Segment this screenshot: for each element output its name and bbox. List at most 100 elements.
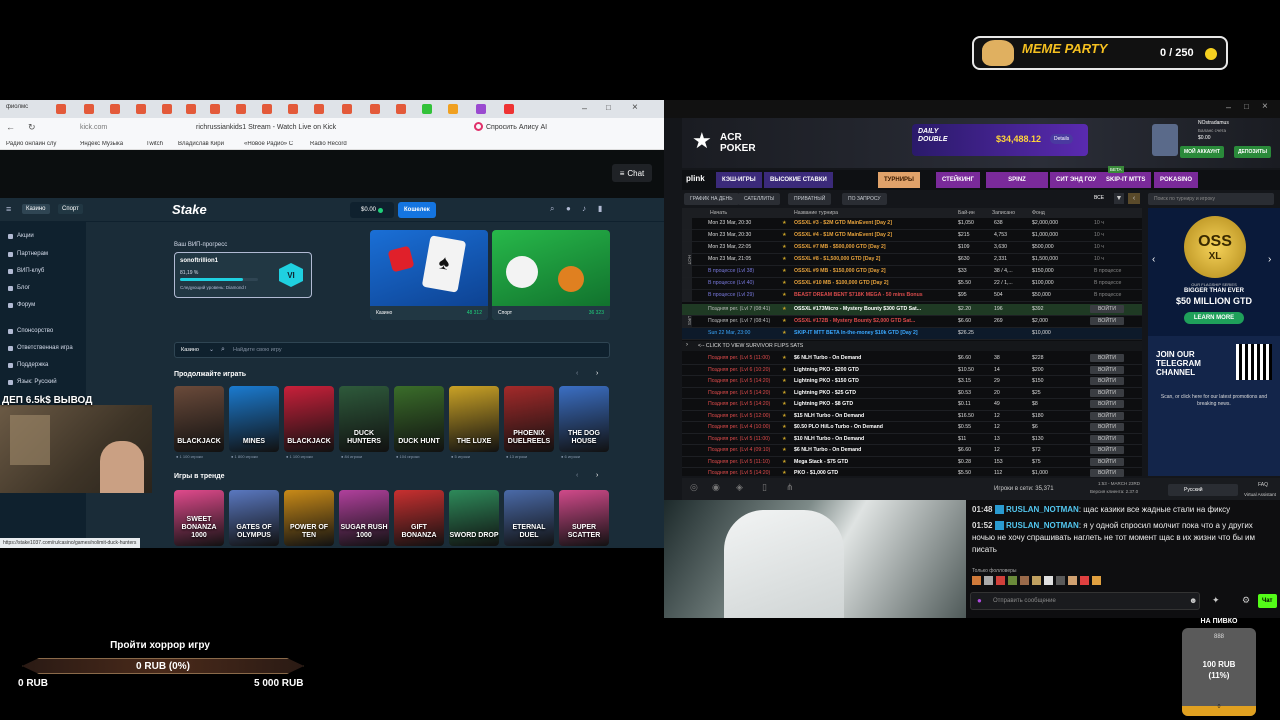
footer-icon[interactable]: ◈: [736, 482, 743, 493]
game-card[interactable]: SUPER SCATTER: [559, 490, 609, 546]
star-icon[interactable]: ★: [782, 330, 787, 336]
ask-alice-button[interactable]: Спросить Алису AI: [486, 124, 547, 131]
avatar[interactable]: [1152, 124, 1178, 156]
join-button[interactable]: ВОЙТИ: [1090, 411, 1124, 420]
collapse-icon[interactable]: ‹: [1128, 193, 1140, 204]
footer-icon[interactable]: ◎: [690, 482, 698, 493]
emote-icon[interactable]: [972, 576, 981, 585]
chat-send-button[interactable]: Чат: [1258, 594, 1277, 608]
browser-tab-icon[interactable]: [136, 104, 146, 114]
join-button[interactable]: ВОЙТИ: [1090, 388, 1124, 397]
game-card[interactable]: SWORD DROP: [449, 490, 499, 546]
star-icon[interactable]: ★: [782, 244, 787, 250]
promo-sport-card[interactable]: Спорт 36 323: [492, 230, 610, 320]
bookmark-item[interactable]: Радио онлайн слу: [6, 141, 66, 147]
browser-tab-icon[interactable]: [210, 104, 220, 114]
browser-tab-icon[interactable]: [314, 104, 324, 114]
tab-sport[interactable]: Спорт: [58, 204, 83, 214]
sidebar-item-blog[interactable]: Блог: [8, 282, 30, 294]
emote-icon[interactable]: [996, 576, 1005, 585]
join-button[interactable]: ВОЙТИ: [1090, 457, 1124, 466]
oss-ad-banner[interactable]: OSS XL ‹ › OUR FLAGSHIP SERIES BIGGER TH…: [1148, 208, 1280, 476]
browser-tab[interactable]: фиолмс: [6, 104, 46, 110]
balance-select[interactable]: $0.00: [350, 202, 394, 218]
emote-icon[interactable]: [984, 576, 993, 585]
close-icon[interactable]: ×: [1262, 101, 1268, 112]
back-icon[interactable]: ←: [6, 122, 15, 132]
browser-tab-icon-active[interactable]: [422, 104, 432, 114]
search-category-select[interactable]: Казино: [181, 347, 199, 353]
star-icon[interactable]: ★: [782, 390, 787, 396]
language-select[interactable]: Русский: [1168, 484, 1238, 496]
nav-staking[interactable]: СТЕЙКИНГ: [936, 172, 980, 188]
browser-tab-icon[interactable]: [342, 104, 352, 114]
game-card[interactable]: GIFT BONANZA: [394, 490, 444, 546]
star-icon[interactable]: ★: [782, 355, 787, 361]
bookmark-item[interactable]: Яндекс Музыка: [80, 141, 130, 147]
star-icon[interactable]: ★: [782, 413, 787, 419]
col-registered[interactable]: Записано: [992, 210, 1015, 216]
browser-tab-icon[interactable]: [396, 104, 406, 114]
join-button[interactable]: ВОЙТИ: [1090, 317, 1124, 326]
emote-icon[interactable]: [1008, 576, 1017, 585]
join-button[interactable]: ВОЙТИ: [1090, 377, 1124, 386]
browser-tab-icon[interactable]: [110, 104, 120, 114]
game-card[interactable]: POWER OF TEN: [284, 490, 334, 546]
nav-cash-games[interactable]: КЭШ-ИГРЫ: [716, 172, 762, 188]
join-button[interactable]: ВОЙТИ: [1090, 354, 1124, 363]
my-account-button[interactable]: МОЙ АККАУНТ: [1180, 146, 1224, 158]
tournament-row[interactable]: Поздняя рег. (Lvl 5 (11:00) ★ $6 NLH Turbo…: [682, 353, 1142, 365]
chat-username[interactable]: RUSLAN_NOTMAN: [1006, 505, 1079, 514]
star-icon[interactable]: ★: [782, 436, 787, 442]
join-button[interactable]: ВОЙТИ: [1090, 400, 1124, 409]
game-card[interactable]: SUGAR RUSH 1000: [339, 490, 389, 546]
game-search-input[interactable]: Найдите свою игру: [233, 347, 282, 353]
trending-next-icon[interactable]: ›: [596, 472, 598, 479]
mobile-icon[interactable]: ▯: [762, 482, 767, 493]
maximize-icon[interactable]: □: [606, 103, 611, 112]
bookmark-item[interactable]: «Новое Радио» С: [244, 141, 300, 147]
nav-high-stakes[interactable]: ВЫСОКИЕ СТАВКИ: [764, 172, 833, 188]
promo-casino-card[interactable]: ♠ Казино 48 312: [370, 230, 488, 320]
col-buyin[interactable]: Бай-ин: [958, 210, 975, 216]
sidebar-item-promotions[interactable]: Акции: [8, 230, 34, 242]
daily-double-banner[interactable]: DAILY DOUBLE $34,488.12 Details: [912, 124, 1088, 156]
bookmark-item[interactable]: Twitch: [146, 141, 176, 147]
tournament-search-input[interactable]: Поиск по турниру и игроку: [1148, 193, 1274, 205]
tournament-row[interactable]: В процессе (Lvl 38) ★ OSSXL #9 MB - $150,0…: [682, 266, 1142, 278]
browser-tab-icon[interactable]: [288, 104, 298, 114]
tournament-row[interactable]: Поздняя рег. (Lvl 5 (12:00) ★ $15 NLH Turb…: [682, 411, 1142, 422]
browser-tab-icon[interactable]: [262, 104, 272, 114]
tournament-row[interactable]: Mon 23 Mar, 20:30 ★ OSSXL #3 - $2M GTD Mai…: [682, 218, 1142, 230]
game-card[interactable]: ETERNAL DUEL: [504, 490, 554, 546]
wallet-button[interactable]: Кошелек: [398, 202, 436, 218]
tournament-row[interactable]: Поздняя рег. (Lvl 5 (14:20) ★ Lightning PK…: [682, 388, 1142, 399]
nav-tournaments[interactable]: ТУРНИРЫ: [878, 172, 920, 188]
acr-logo[interactable]: ACR POKER: [720, 132, 760, 154]
browser-tab-icon[interactable]: [84, 104, 94, 114]
footer-icon[interactable]: ◉: [712, 482, 720, 493]
stake-logo[interactable]: Stake: [172, 202, 207, 217]
nav-spinz[interactable]: SPINZ: [986, 172, 1048, 188]
minimize-icon[interactable]: –: [582, 103, 587, 113]
filter-icon[interactable]: ▼: [1114, 193, 1124, 204]
star-icon[interactable]: ★: [782, 424, 787, 430]
join-button[interactable]: ВОЙТИ: [1090, 423, 1124, 432]
ad-next-icon[interactable]: ›: [1268, 254, 1271, 265]
join-button[interactable]: ВОЙТИ: [1090, 446, 1124, 455]
tournament-row[interactable]: В процессе (Lvl 29) ★ BEAST DREAM BENT $71…: [682, 290, 1142, 302]
tournament-row[interactable]: Поздняя рег. (Lvl 4 (09:10) ★ $6 NLH Turbo…: [682, 445, 1142, 457]
join-button[interactable]: ВОЙТИ: [1090, 469, 1124, 478]
browser-tab-icon[interactable]: [236, 104, 246, 114]
tournament-row[interactable]: Поздняя рег. (Lvl 4 (10:00) ★ $0.50 PLO Hi…: [682, 422, 1142, 434]
subtab-satellites[interactable]: САТЕЛЛИТЫ: [738, 193, 781, 205]
emote-icon[interactable]: [1056, 576, 1065, 585]
game-card[interactable]: DUCK HUNT: [394, 386, 444, 452]
minimize-icon[interactable]: –: [1226, 102, 1231, 112]
join-button[interactable]: ВОЙТИ: [1090, 434, 1124, 443]
star-icon[interactable]: ★: [782, 447, 787, 453]
tournament-row[interactable]: Поздняя рег. (Lvl 6 (10:20) ★ Lightning PK…: [682, 365, 1142, 376]
star-icon[interactable]: ★: [782, 232, 787, 238]
emote-icon[interactable]: [1068, 576, 1077, 585]
tournament-row[interactable]: Поздняя рег. (Lvl 5 (14:20) ★ Lightning PK…: [682, 376, 1142, 388]
